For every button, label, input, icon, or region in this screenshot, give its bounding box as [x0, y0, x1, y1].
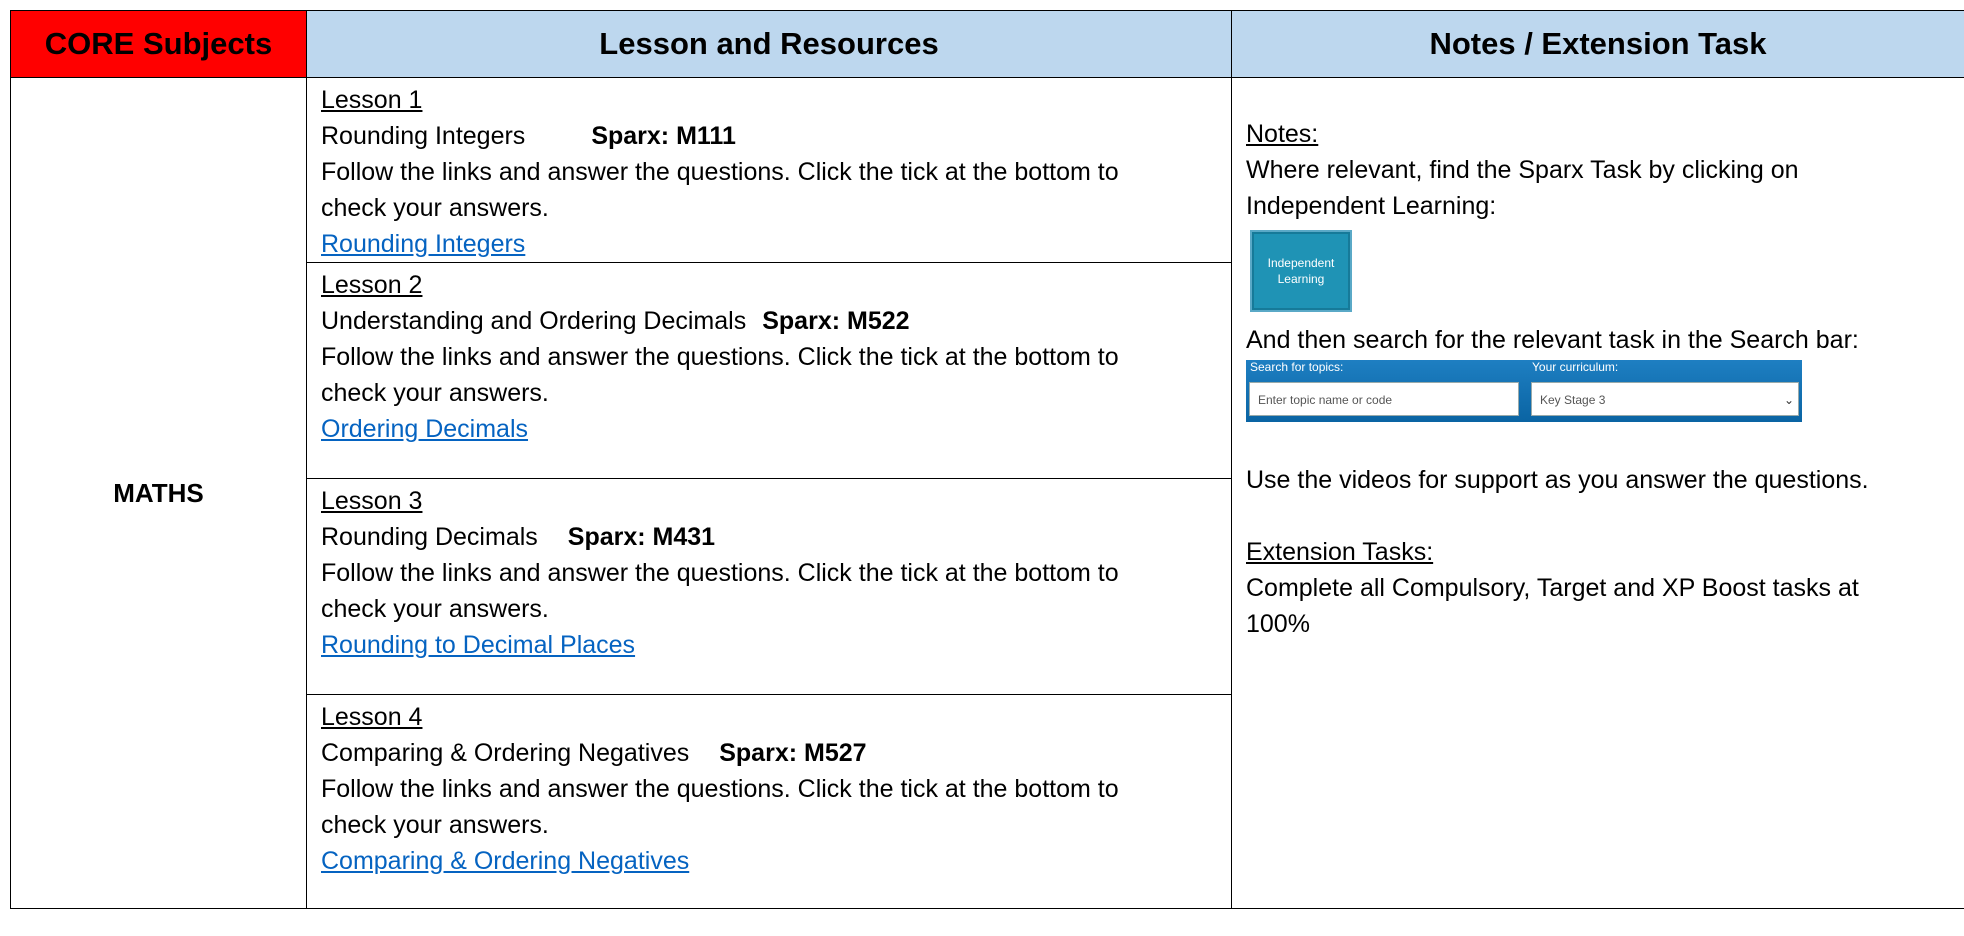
instructions-line-1: Follow the links and answer the question…	[321, 559, 1119, 587]
sparx-code: Sparx: M522	[762, 307, 910, 335]
lesson-cell-3: Lesson 3 Rounding Decimals Sparx: M431 Fo…	[306, 478, 1232, 695]
lesson-heading: Lesson 2	[321, 271, 423, 299]
lesson-instructions: Follow the links and answer the question…	[321, 555, 1217, 627]
independent-button-line-2: Learning	[1277, 272, 1325, 286]
lesson-table: CORE Subjects Lesson and Resources Notes…	[10, 10, 1964, 909]
lesson-topic: Rounding Integers	[321, 122, 526, 150]
chevron-down-icon: ⌄	[1783, 393, 1794, 407]
lesson-topic-line: Understanding and Ordering Decimals Sparx…	[321, 303, 1217, 339]
lesson-heading: Lesson 3	[321, 487, 423, 515]
extension-heading: Extension Tasks:	[1246, 538, 1434, 566]
instructions-line-2: check your answers.	[321, 595, 549, 623]
lesson-instructions: Follow the links and answer the question…	[321, 339, 1217, 411]
sparx-code: Sparx: M431	[567, 523, 716, 551]
lesson-topic: Comparing & Ordering Negatives	[321, 739, 690, 767]
instructions-line-2: check your answers.	[321, 811, 549, 839]
sparx-code: Sparx: M111	[591, 122, 736, 150]
extension-line-1: Complete all Compulsory, Target and XP B…	[1246, 574, 1859, 602]
search-topics-label: Search for topics:	[1250, 360, 1344, 374]
notes-cell: Notes: Where relevant, find the Sparx Ta…	[1231, 77, 1964, 909]
sparx-code: Sparx: M527	[719, 739, 867, 767]
subject-cell: MATHS	[10, 77, 307, 909]
curriculum-label: Your curriculum:	[1532, 360, 1619, 374]
independent-button-line-1: Independent	[1267, 256, 1335, 270]
subject-label: MATHS	[113, 477, 204, 508]
notes-line-2: Independent Learning:	[1246, 192, 1497, 220]
notes-line-1: Where relevant, find the Sparx Task by c…	[1246, 156, 1799, 184]
lesson-link[interactable]: Ordering Decimals	[321, 415, 528, 443]
search-topics-input[interactable]: Enter topic name or code	[1249, 382, 1519, 416]
notes-heading: Notes:	[1246, 120, 1319, 148]
lesson-link[interactable]: Rounding to Decimal Places	[321, 631, 635, 659]
lesson-row-1: MATHS Lesson 1 Rounding Integers Sparx: M…	[10, 77, 1964, 909]
lesson-link[interactable]: Comparing & Ordering Negatives	[321, 847, 689, 875]
lesson-heading: Lesson 1	[321, 86, 423, 114]
lesson-table-wrapper: CORE Subjects Lesson and Resources Notes…	[10, 10, 1964, 936]
instructions-line-1: Follow the links and answer the question…	[321, 158, 1119, 186]
notes-text: Where relevant, find the Sparx Task by c…	[1246, 152, 1950, 224]
search-intro: And then search for the relevant task in…	[1246, 326, 1859, 354]
lesson-topic-line: Comparing & Ordering Negatives Sparx: M52…	[321, 735, 1217, 771]
instructions-line-1: Follow the links and answer the question…	[321, 343, 1119, 371]
lesson-heading: Lesson 4	[321, 703, 423, 731]
lesson-topic: Understanding and Ordering Decimals	[321, 307, 747, 335]
lesson-topic-line: Rounding Integers Sparx: M111	[321, 118, 1217, 154]
lesson-instructions: Follow the links and answer the question…	[321, 771, 1217, 843]
lesson-resources-header: Lesson and Resources	[306, 10, 1232, 78]
videos-text: Use the videos for support as you answer…	[1246, 466, 1869, 494]
curriculum-select[interactable]: Key Stage 3 ⌄	[1531, 382, 1799, 416]
instructions-line-1: Follow the links and answer the question…	[321, 775, 1119, 803]
lesson-cell-1: Lesson 1 Rounding Integers Sparx: M111 Fo…	[306, 77, 1232, 263]
sparx-search-bar: Search for topics: Your curriculum: Ente…	[1246, 360, 1802, 422]
lesson-topic-line: Rounding Decimals Sparx: M431	[321, 519, 1217, 555]
extension-line-2: 100%	[1246, 610, 1310, 638]
curriculum-value: Key Stage 3	[1540, 393, 1606, 407]
extension-text: Complete all Compulsory, Target and XP B…	[1246, 570, 1950, 642]
header-row: CORE Subjects Lesson and Resources Notes…	[10, 10, 1964, 78]
core-subjects-header: CORE Subjects	[10, 10, 307, 78]
lesson-link[interactable]: Rounding Integers	[321, 230, 525, 258]
instructions-line-2: check your answers.	[321, 379, 549, 407]
lesson-cell-2: Lesson 2 Understanding and Ordering Deci…	[306, 262, 1232, 479]
notes-extension-header: Notes / Extension Task	[1231, 10, 1964, 78]
independent-learning-button[interactable]: Independent Learning	[1250, 230, 1352, 312]
lesson-cell-4: Lesson 4 Comparing & Ordering Negatives S…	[306, 694, 1232, 909]
lesson-topic: Rounding Decimals	[321, 523, 538, 551]
lesson-instructions: Follow the links and answer the question…	[321, 154, 1217, 226]
instructions-line-2: check your answers.	[321, 194, 549, 222]
